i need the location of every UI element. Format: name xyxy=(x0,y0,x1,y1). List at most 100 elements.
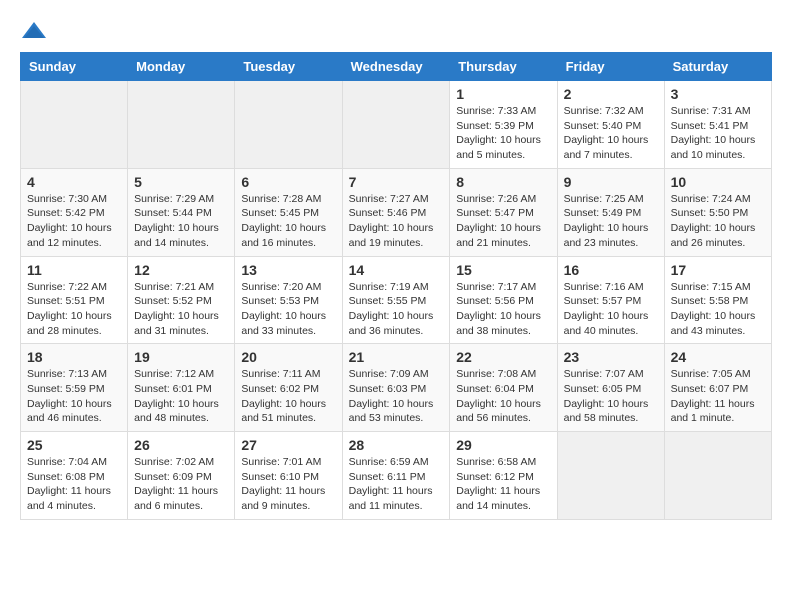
logo-icon xyxy=(20,20,48,42)
header-thursday: Thursday xyxy=(450,53,557,81)
day-number: 3 xyxy=(671,86,765,102)
day-info: Sunrise: 7:27 AMSunset: 5:46 PMDaylight:… xyxy=(349,192,444,251)
day-info: Sunrise: 7:19 AMSunset: 5:55 PMDaylight:… xyxy=(349,280,444,339)
day-info: Sunrise: 7:22 AMSunset: 5:51 PMDaylight:… xyxy=(27,280,121,339)
day-number: 10 xyxy=(671,174,765,190)
day-number: 6 xyxy=(241,174,335,190)
calendar-cell: 12Sunrise: 7:21 AMSunset: 5:52 PMDayligh… xyxy=(128,256,235,344)
day-info: Sunrise: 7:20 AMSunset: 5:53 PMDaylight:… xyxy=(241,280,335,339)
header-row: SundayMondayTuesdayWednesdayThursdayFrid… xyxy=(21,53,772,81)
calendar-cell: 3 Sunrise: 7:31 AMSunset: 5:41 PMDaylight… xyxy=(664,81,771,169)
day-info: Sunrise: 7:33 AMSunset: 5:39 PMDaylight:… xyxy=(456,104,550,163)
day-info: Sunrise: 7:17 AMSunset: 5:56 PMDaylight:… xyxy=(456,280,550,339)
week-row-4: 18 Sunrise: 7:13 AMSunset: 5:59 PMDayligh… xyxy=(21,344,772,432)
day-number: 14 xyxy=(349,262,444,278)
calendar-table: SundayMondayTuesdayWednesdayThursdayFrid… xyxy=(20,52,772,520)
day-number: 26 xyxy=(134,437,228,453)
day-info: Sunrise: 7:28 AMSunset: 5:45 PMDaylight:… xyxy=(241,192,335,251)
day-info: Sunrise: 7:26 AMSunset: 5:47 PMDaylight:… xyxy=(456,192,550,251)
day-number: 19 xyxy=(134,349,228,365)
day-number: 28 xyxy=(349,437,444,453)
day-info: Sunrise: 7:12 AMSunset: 6:01 PMDaylight:… xyxy=(134,367,228,426)
day-number: 1 xyxy=(456,86,550,102)
calendar-cell: 17 Sunrise: 7:15 AMSunset: 5:58 PMDayligh… xyxy=(664,256,771,344)
calendar-cell: 18 Sunrise: 7:13 AMSunset: 5:59 PMDayligh… xyxy=(21,344,128,432)
calendar-cell: 4 Sunrise: 7:30 AMSunset: 5:42 PMDaylight… xyxy=(21,168,128,256)
day-info: Sunrise: 7:32 AMSunset: 5:40 PMDaylight:… xyxy=(564,104,658,163)
day-info: Sunrise: 7:08 AMSunset: 6:04 PMDaylight:… xyxy=(456,367,550,426)
day-info: Sunrise: 7:16 AMSunset: 5:57 PMDaylight:… xyxy=(564,280,658,339)
day-info: Sunrise: 7:13 AMSunset: 5:59 PMDaylight:… xyxy=(27,367,121,426)
calendar-cell xyxy=(235,81,342,169)
day-info: Sunrise: 7:07 AMSunset: 6:05 PMDaylight:… xyxy=(564,367,658,426)
day-info: Sunrise: 7:09 AMSunset: 6:03 PMDaylight:… xyxy=(349,367,444,426)
day-number: 13 xyxy=(241,262,335,278)
day-info: Sunrise: 7:04 AMSunset: 6:08 PMDaylight:… xyxy=(27,455,121,514)
calendar-cell xyxy=(557,432,664,520)
day-number: 8 xyxy=(456,174,550,190)
calendar-cell: 19 Sunrise: 7:12 AMSunset: 6:01 PMDayligh… xyxy=(128,344,235,432)
week-row-2: 4 Sunrise: 7:30 AMSunset: 5:42 PMDaylight… xyxy=(21,168,772,256)
day-number: 9 xyxy=(564,174,658,190)
header-friday: Friday xyxy=(557,53,664,81)
calendar-cell: 27 Sunrise: 7:01 AMSunset: 6:10 PMDayligh… xyxy=(235,432,342,520)
calendar-cell: 20 Sunrise: 7:11 AMSunset: 6:02 PMDayligh… xyxy=(235,344,342,432)
day-info: Sunrise: 7:02 AMSunset: 6:09 PMDaylight:… xyxy=(134,455,228,514)
calendar-cell: 26 Sunrise: 7:02 AMSunset: 6:09 PMDayligh… xyxy=(128,432,235,520)
header-sunday: Sunday xyxy=(21,53,128,81)
day-number: 4 xyxy=(27,174,121,190)
calendar-cell: 24 Sunrise: 7:05 AMSunset: 6:07 PMDayligh… xyxy=(664,344,771,432)
calendar-cell: 28 Sunrise: 6:59 AMSunset: 6:11 PMDayligh… xyxy=(342,432,450,520)
day-number: 7 xyxy=(349,174,444,190)
day-number: 5 xyxy=(134,174,228,190)
day-info: Sunrise: 7:05 AMSunset: 6:07 PMDaylight:… xyxy=(671,367,765,426)
day-number: 24 xyxy=(671,349,765,365)
day-number: 11 xyxy=(27,262,121,278)
calendar-cell: 2 Sunrise: 7:32 AMSunset: 5:40 PMDaylight… xyxy=(557,81,664,169)
calendar-cell: 13 Sunrise: 7:20 AMSunset: 5:53 PMDayligh… xyxy=(235,256,342,344)
header-tuesday: Tuesday xyxy=(235,53,342,81)
day-number: 17 xyxy=(671,262,765,278)
calendar-cell: 9 Sunrise: 7:25 AMSunset: 5:49 PMDaylight… xyxy=(557,168,664,256)
day-info: Sunrise: 7:31 AMSunset: 5:41 PMDaylight:… xyxy=(671,104,765,163)
day-number: 16 xyxy=(564,262,658,278)
day-number: 15 xyxy=(456,262,550,278)
day-number: 12 xyxy=(134,262,228,278)
week-row-3: 11 Sunrise: 7:22 AMSunset: 5:51 PMDayligh… xyxy=(21,256,772,344)
calendar-cell: 1 Sunrise: 7:33 AMSunset: 5:39 PMDaylight… xyxy=(450,81,557,169)
day-info: Sunrise: 7:25 AMSunset: 5:49 PMDaylight:… xyxy=(564,192,658,251)
day-info: Sunrise: 6:58 AMSunset: 6:12 PMDaylight:… xyxy=(456,455,550,514)
day-number: 2 xyxy=(564,86,658,102)
day-number: 22 xyxy=(456,349,550,365)
day-number: 27 xyxy=(241,437,335,453)
header-saturday: Saturday xyxy=(664,53,771,81)
calendar-cell: 16 Sunrise: 7:16 AMSunset: 5:57 PMDayligh… xyxy=(557,256,664,344)
calendar-cell: 14 Sunrise: 7:19 AMSunset: 5:55 PMDayligh… xyxy=(342,256,450,344)
calendar-cell xyxy=(21,81,128,169)
calendar-cell: 23Sunrise: 7:07 AMSunset: 6:05 PMDayligh… xyxy=(557,344,664,432)
header-wednesday: Wednesday xyxy=(342,53,450,81)
day-info: Sunrise: 7:15 AMSunset: 5:58 PMDaylight:… xyxy=(671,280,765,339)
calendar-cell: 22 Sunrise: 7:08 AMSunset: 6:04 PMDayligh… xyxy=(450,344,557,432)
calendar-cell: 15 Sunrise: 7:17 AMSunset: 5:56 PMDayligh… xyxy=(450,256,557,344)
day-info: Sunrise: 7:30 AMSunset: 5:42 PMDaylight:… xyxy=(27,192,121,251)
day-number: 20 xyxy=(241,349,335,365)
calendar-cell: 10 Sunrise: 7:24 AMSunset: 5:50 PMDayligh… xyxy=(664,168,771,256)
day-info: Sunrise: 7:24 AMSunset: 5:50 PMDaylight:… xyxy=(671,192,765,251)
header xyxy=(20,20,772,42)
calendar-cell: 8 Sunrise: 7:26 AMSunset: 5:47 PMDaylight… xyxy=(450,168,557,256)
day-info: Sunrise: 7:11 AMSunset: 6:02 PMDaylight:… xyxy=(241,367,335,426)
header-monday: Monday xyxy=(128,53,235,81)
day-info: Sunrise: 7:01 AMSunset: 6:10 PMDaylight:… xyxy=(241,455,335,514)
calendar-cell: 29Sunrise: 6:58 AMSunset: 6:12 PMDayligh… xyxy=(450,432,557,520)
day-number: 25 xyxy=(27,437,121,453)
calendar-cell: 5 Sunrise: 7:29 AMSunset: 5:44 PMDaylight… xyxy=(128,168,235,256)
logo xyxy=(20,20,52,42)
day-info: Sunrise: 6:59 AMSunset: 6:11 PMDaylight:… xyxy=(349,455,444,514)
calendar-cell xyxy=(664,432,771,520)
day-info: Sunrise: 7:29 AMSunset: 5:44 PMDaylight:… xyxy=(134,192,228,251)
day-number: 18 xyxy=(27,349,121,365)
calendar-cell: 21Sunrise: 7:09 AMSunset: 6:03 PMDayligh… xyxy=(342,344,450,432)
calendar-cell: 7 Sunrise: 7:27 AMSunset: 5:46 PMDaylight… xyxy=(342,168,450,256)
calendar-cell: 6 Sunrise: 7:28 AMSunset: 5:45 PMDaylight… xyxy=(235,168,342,256)
